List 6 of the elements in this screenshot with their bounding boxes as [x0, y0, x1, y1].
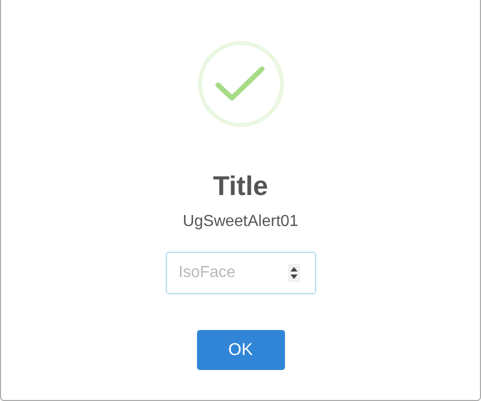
- ok-button[interactable]: OK: [196, 330, 284, 370]
- dialog-message: UgSweetAlert01: [182, 212, 298, 232]
- dialog-title: Title: [212, 170, 268, 202]
- number-field[interactable]: IsoFace: [166, 252, 316, 294]
- success-check-icon: [196, 40, 284, 128]
- spinner-icon[interactable]: [288, 264, 300, 282]
